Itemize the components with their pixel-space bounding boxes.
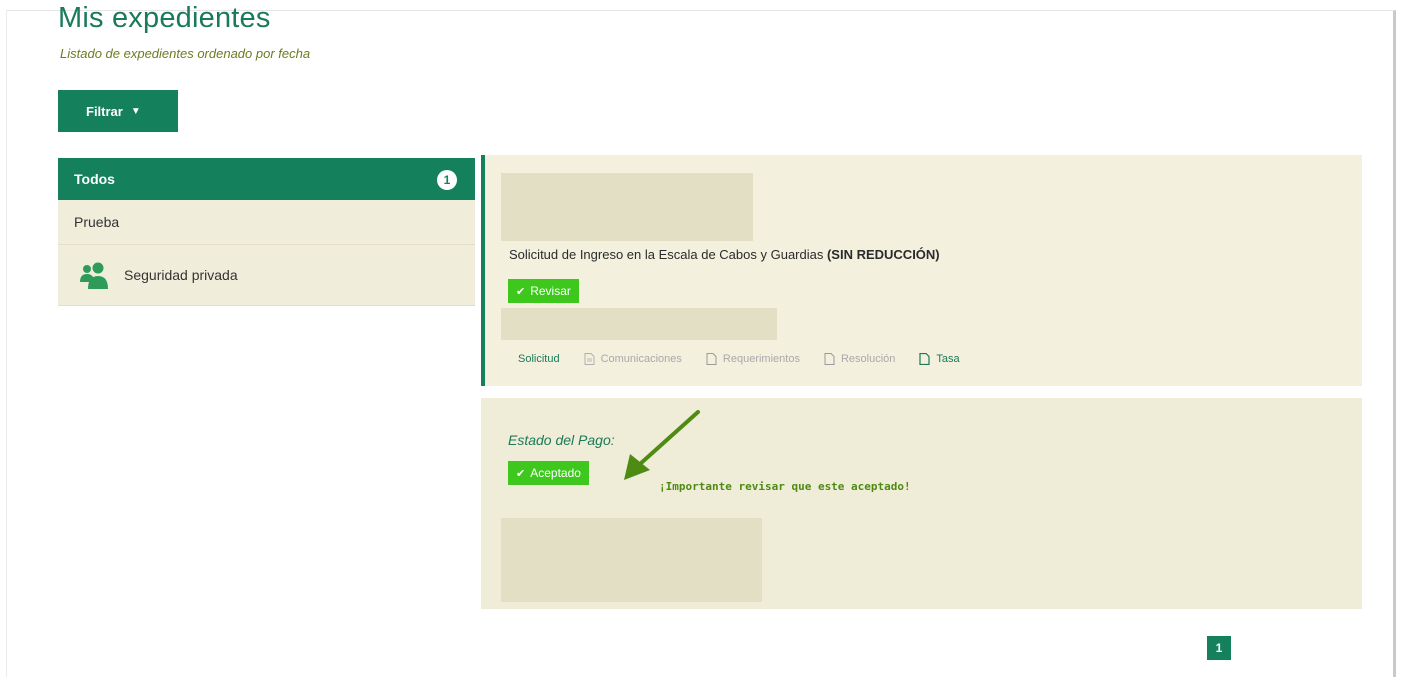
revisar-status-button[interactable]: ✔ Revisar (508, 279, 579, 303)
check-icon: ✔ (516, 285, 526, 298)
document-icon (706, 353, 717, 365)
document-icon (919, 353, 930, 365)
pagination-page-button[interactable]: 1 (1207, 636, 1231, 660)
expediente-card: Solicitud de Ingreso en la Escala de Cab… (481, 155, 1362, 386)
document-icon (824, 353, 835, 365)
text-placeholder (501, 308, 777, 340)
filter-label: Filtrar (86, 103, 123, 119)
status-label: Revisar (530, 284, 571, 298)
status-label: Aceptado (530, 466, 581, 480)
count-badge: 1 (437, 170, 457, 190)
aceptado-status-badge: ✔ Aceptado (508, 461, 589, 485)
image-placeholder (501, 173, 753, 241)
arrow-annotation-icon (624, 410, 700, 480)
page-title: Mis expedientes (58, 2, 271, 34)
people-icon (80, 262, 108, 289)
link-label: Tasa (936, 353, 960, 365)
link-solicitud[interactable]: Solicitud (518, 353, 560, 365)
document-text-icon (584, 353, 595, 365)
image-placeholder (501, 518, 762, 602)
expediente-title-text: Solicitud de Ingreso en la Escala de Cab… (509, 247, 827, 262)
check-icon: ✔ (516, 467, 526, 480)
expediente-title-bold: (SIN REDUCCIÓN) (826, 247, 940, 262)
expediente-title[interactable]: Solicitud de Ingreso en la Escala de Cab… (509, 247, 940, 262)
link-requerimientos[interactable]: Requerimientos (706, 353, 800, 365)
link-label: Solicitud (518, 353, 560, 365)
link-label: Resolución (840, 353, 896, 365)
sidebar-item-seguridad-privada[interactable]: Seguridad privada (58, 245, 475, 306)
sidebar: Todos 1 Prueba Seguridad privada (58, 158, 475, 306)
estado-pago-label: Estado del Pago: (508, 432, 615, 448)
caret-down-icon: ▼ (130, 105, 141, 117)
sidebar-item-label: Todos (74, 171, 115, 187)
sidebar-item-label: Prueba (74, 214, 120, 230)
link-tasa[interactable]: Tasa (919, 353, 960, 365)
link-label: Comunicaciones (600, 353, 682, 365)
link-resolucion[interactable]: Resolución (824, 353, 895, 365)
expediente-links: Solicitud Comunicaciones Requerimientos … (518, 353, 984, 365)
sidebar-item-prueba[interactable]: Prueba (58, 200, 475, 245)
link-comunicaciones[interactable]: Comunicaciones (584, 353, 682, 365)
sidebar-item-label: Seguridad privada (124, 267, 238, 283)
filter-button[interactable]: Filtrar ▼ (58, 90, 178, 132)
link-label: Requerimientos (722, 353, 800, 365)
page-subtitle: Listado de expedientes ordenado por fech… (60, 46, 311, 61)
sidebar-item-todos[interactable]: Todos 1 (58, 158, 475, 200)
